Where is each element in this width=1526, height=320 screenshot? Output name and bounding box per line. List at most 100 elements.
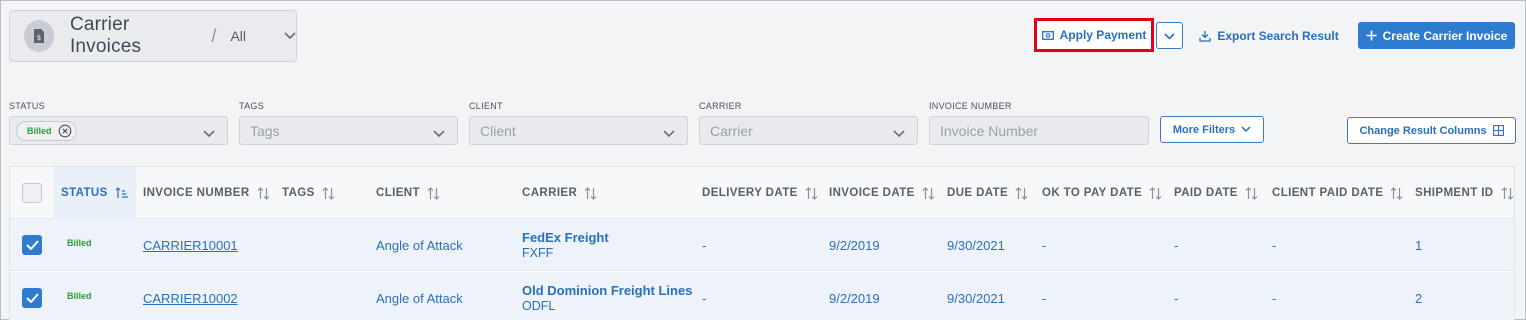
create-carrier-invoice-button[interactable]: Create Carrier Invoice [1358, 22, 1515, 49]
checkmark-icon [25, 240, 39, 250]
column-status-label: STATUS [61, 187, 108, 199]
client-filter-label: CLIENT [469, 101, 503, 111]
column-ok-to-pay-date-label: OK TO PAY DATE [1042, 187, 1143, 199]
shipment-id-cell: 1 [1415, 237, 1423, 253]
change-result-columns-label: Change Result Columns [1359, 124, 1487, 137]
columns-icon [1492, 125, 1504, 136]
sort-icon [1390, 186, 1403, 200]
client-select[interactable]: Client [469, 116, 688, 145]
chevron-down-icon [663, 125, 675, 143]
invoice-number-input[interactable]: Invoice Number [929, 116, 1149, 145]
view-selector-label: All [230, 28, 246, 44]
export-search-result-button[interactable]: Export Search Result [1199, 22, 1339, 49]
chevron-down-icon[interactable] [284, 32, 296, 40]
create-carrier-invoice-label: Create Carrier Invoice [1382, 28, 1508, 43]
invoice-document-icon: $ [24, 20, 54, 52]
svg-text:$: $ [37, 34, 41, 42]
plus-icon [1366, 30, 1377, 41]
export-search-result-label: Export Search Result [1217, 28, 1339, 43]
status-chip: Billed [16, 120, 77, 141]
sort-icon [1501, 186, 1514, 200]
invoice-number-link[interactable]: CARRIER10002 [143, 272, 238, 320]
page-title: Carrier Invoices [69, 14, 142, 57]
table-row[interactable]: Billed CARRIER10001 Angle of Attack FedE… [10, 219, 1514, 271]
column-client-label: CLIENT [376, 187, 420, 199]
tags-filter-label: TAGS [239, 101, 265, 111]
row-checkbox[interactable] [22, 288, 42, 308]
column-paid-date-label: PAID DATE [1174, 187, 1238, 199]
column-status[interactable]: STATUS [54, 167, 136, 219]
column-invoice-number[interactable]: INVOICE NUMBER [143, 167, 270, 219]
due-date-cell: 9/30/2021 [947, 290, 1005, 306]
table-header: STATUS INVOICE NUMBER TAGS CLIENT CARRIE… [10, 167, 1514, 219]
delivery-date-cell: - [702, 290, 707, 306]
status-badge: Billed [67, 291, 92, 301]
invoice-number-text[interactable]: CARRIER10002 [143, 291, 238, 306]
apply-payment-button[interactable]: Apply Payment [1034, 18, 1154, 52]
invoice-table: STATUS INVOICE NUMBER TAGS CLIENT CARRIE… [9, 166, 1515, 320]
sort-icon [922, 186, 935, 200]
apply-payment-label: Apply Payment [1059, 28, 1147, 42]
tags-placeholder: Tags [250, 122, 280, 139]
sort-icon [257, 186, 270, 200]
column-shipment-id[interactable]: SHIPMENT ID [1415, 167, 1514, 219]
status-filter: STATUS Billed [9, 101, 228, 145]
select-all-checkbox[interactable] [22, 183, 42, 203]
client-placeholder: Client [480, 122, 516, 139]
status-filter-label: STATUS [9, 101, 45, 111]
status-chip-label: Billed [27, 125, 52, 136]
client-cell: Angle of Attack [376, 290, 463, 306]
client-cell: Angle of Attack [376, 237, 463, 253]
invoice-number-placeholder: Invoice Number [940, 122, 1039, 139]
column-tags[interactable]: TAGS [282, 167, 335, 219]
chevron-down-icon [1164, 29, 1175, 43]
change-result-columns-button[interactable]: Change Result Columns [1347, 117, 1516, 144]
row-checkbox[interactable] [22, 235, 42, 255]
tags-filter: TAGS Tags [239, 101, 458, 145]
carrier-select[interactable]: Carrier [699, 116, 918, 145]
column-client[interactable]: CLIENT [376, 167, 440, 219]
carrier-code: FXFF [522, 246, 554, 260]
invoice-number-link[interactable]: CARRIER10001 [143, 219, 238, 271]
table-row[interactable]: Billed CARRIER10002 Angle of Attack Old … [10, 272, 1514, 320]
invoice-number-filter-label: INVOICE NUMBER [929, 101, 1012, 111]
shipment-id-cell: 2 [1415, 290, 1423, 306]
status-badge: Billed [67, 238, 92, 248]
client-paid-date-cell: - [1272, 290, 1277, 306]
column-invoice-date[interactable]: INVOICE DATE [829, 167, 935, 219]
invoice-number-filter: INVOICE NUMBER Invoice Number [929, 101, 1149, 145]
column-tags-label: TAGS [282, 187, 315, 199]
column-paid-date[interactable]: PAID DATE [1174, 167, 1258, 219]
ok-to-pay-date-cell: - [1042, 290, 1047, 306]
carrier-cell: FedEx Freight FXFF [522, 219, 609, 271]
more-filters-label: More Filters [1172, 123, 1236, 136]
invoice-date-cell: 9/2/2019 [829, 290, 880, 306]
client-filter: CLIENT Client [469, 101, 688, 145]
checkmark-icon [25, 293, 39, 303]
column-client-paid-date[interactable]: CLIENT PAID DATE [1272, 167, 1403, 219]
carrier-cell: Old Dominion Freight Lines ODFL [522, 272, 692, 320]
payment-icon [1041, 30, 1054, 40]
carrier-placeholder: Carrier [710, 122, 753, 139]
column-delivery-date[interactable]: DELIVERY DATE [702, 167, 818, 219]
carrier-filter-label: CARRIER [699, 101, 742, 111]
carrier-code: ODFL [522, 299, 556, 313]
column-delivery-date-label: DELIVERY DATE [702, 187, 798, 199]
column-invoice-date-label: INVOICE DATE [829, 187, 915, 199]
apply-payment-dropdown-button[interactable] [1156, 22, 1183, 49]
status-select[interactable]: Billed [9, 116, 228, 145]
close-circle-icon[interactable] [58, 124, 72, 138]
column-carrier[interactable]: CARRIER [522, 167, 597, 219]
breadcrumb-separator: / [211, 25, 217, 46]
more-filters-button[interactable]: More Filters [1160, 116, 1264, 143]
chevron-down-icon [1241, 126, 1251, 133]
due-date-cell: 9/30/2021 [947, 237, 1005, 253]
invoice-number-text[interactable]: CARRIER10001 [143, 238, 238, 253]
chevron-down-icon [893, 125, 905, 143]
carrier-filter: CARRIER Carrier [699, 101, 918, 145]
client-paid-date-cell: - [1272, 237, 1277, 253]
column-invoice-number-label: INVOICE NUMBER [143, 187, 250, 199]
column-ok-to-pay-date[interactable]: OK TO PAY DATE [1042, 167, 1162, 219]
tags-select[interactable]: Tags [239, 116, 458, 145]
column-due-date[interactable]: DUE DATE [947, 167, 1028, 219]
